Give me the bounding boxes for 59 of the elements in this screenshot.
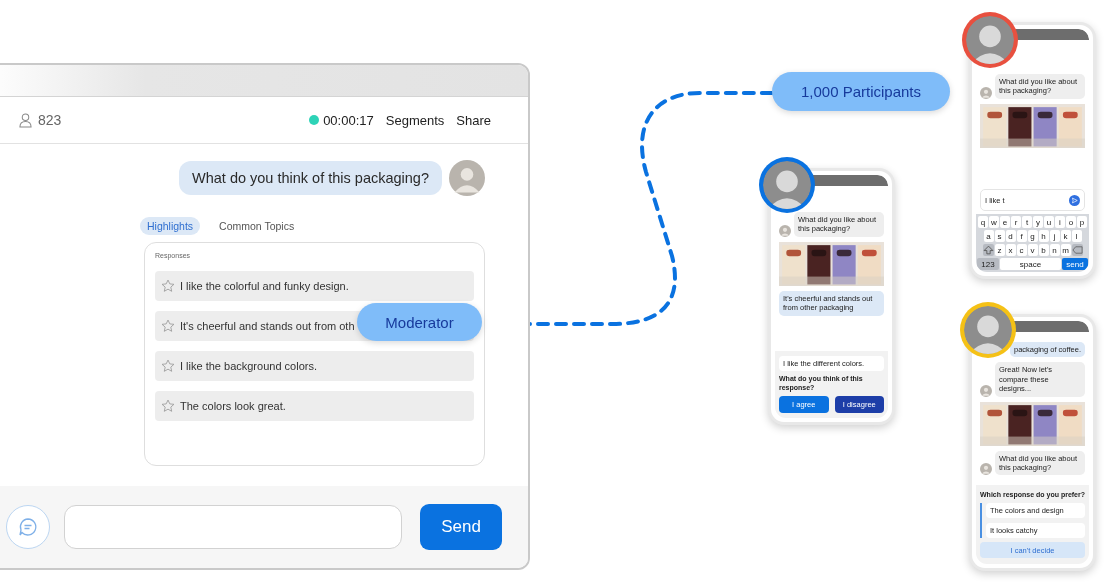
avatar [779,224,791,237]
response-text: I like the background colors. [180,360,317,372]
chat-bubble-icon [18,517,38,537]
key[interactable]: y [1033,216,1043,228]
person-icon [19,112,32,128]
key[interactable]: s [994,230,1005,242]
question-bubble: What do you think of this packaging? [179,161,442,195]
key[interactable]: h [1038,230,1049,242]
key[interactable]: l [1071,230,1082,242]
message-input[interactable] [64,505,402,549]
key[interactable]: r [1011,216,1021,228]
key[interactable]: a [983,230,994,242]
avatar [980,463,992,476]
response-item[interactable]: I like the colorful and funky design. [155,271,474,301]
send-icon [1069,194,1080,206]
avatar [980,384,992,397]
role-tooltip: Moderator [357,303,482,341]
key[interactable]: c [1016,244,1027,256]
key[interactable]: g [1027,230,1038,242]
response-text: I like the colorful and funky design. [180,280,349,292]
response-text: It's cheerful and stands out from oth [180,320,355,332]
nav-link[interactable]: Segments [385,112,445,128]
shift-icon [982,244,994,256]
key[interactable]: i [1055,216,1065,228]
key[interactable]: w [989,216,999,228]
response-item[interactable]: I like the background colors. [155,351,474,381]
timer: 00:00:17 [323,112,374,128]
backspace-icon [1071,244,1083,256]
key[interactable]: z [994,244,1005,256]
key[interactable]: e [1000,216,1010,228]
key[interactable]: u [1044,216,1054,228]
key[interactable]: v [1027,244,1038,256]
send-button[interactable]: Send [420,504,502,550]
key[interactable]: x [1005,244,1016,256]
key[interactable]: m [1060,244,1071,256]
key[interactable]: k [1060,230,1071,242]
role-tooltip: 1,000 Participants [772,72,950,111]
send-key[interactable]: send [1062,258,1088,270]
tab[interactable]: Common Topics [212,217,302,235]
key[interactable]: o [1066,216,1076,228]
key[interactable]: j [1049,230,1060,242]
response-item[interactable]: The colors look great. [155,391,474,421]
key[interactable]: 123 [977,258,999,270]
key[interactable]: d [1005,230,1016,242]
response-text: The colors look great. [180,400,286,412]
key[interactable]: p [1077,216,1087,228]
avatar [449,160,485,196]
participant-count: 823 [38,112,62,128]
tab[interactable]: Highlights [140,217,201,235]
key[interactable]: n [1049,244,1060,256]
key[interactable]: b [1038,244,1049,256]
nav-link[interactable]: Share [456,112,491,128]
key[interactable]: t [1022,216,1032,228]
key[interactable]: f [1016,230,1027,242]
avatar [980,86,992,99]
live-dot [309,115,320,125]
space-key[interactable]: space [1000,258,1061,270]
chat-button[interactable] [6,505,50,549]
key[interactable]: q [978,216,988,228]
